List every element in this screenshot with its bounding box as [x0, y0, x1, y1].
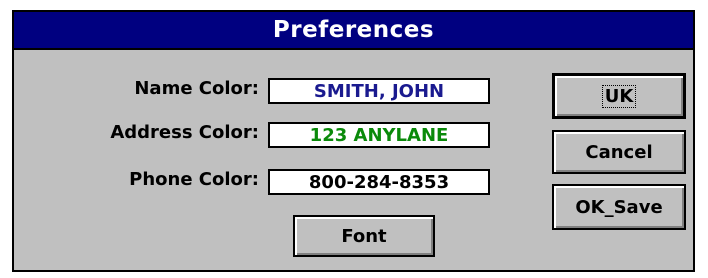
name-color-label-wrap: Name Color: [54, 78, 259, 104]
name-color-field[interactable]: SMITH, JOHN [268, 78, 490, 104]
font-button[interactable]: Font [293, 215, 435, 257]
title-bar[interactable]: Preferences [14, 12, 693, 50]
name-color-value: SMITH, JOHN [313, 80, 445, 102]
ok-button-label: UK [601, 84, 637, 108]
dialog-title: Preferences [272, 17, 435, 43]
cancel-button[interactable]: Cancel [552, 130, 686, 174]
phone-color-value: 800-284-8353 [308, 171, 450, 193]
ok-button[interactable]: UK [552, 73, 686, 119]
font-button-label: Font [341, 225, 387, 247]
ok-save-button[interactable]: OK_Save [552, 184, 686, 230]
address-color-label: Address Color: [110, 122, 259, 143]
address-color-label-wrap: Address Color: [54, 122, 259, 148]
ok-save-button-label: OK_Save [575, 196, 663, 218]
phone-color-field[interactable]: 800-284-8353 [268, 169, 490, 195]
address-color-field[interactable]: 123 ANYLANE [268, 122, 490, 148]
phone-color-label: Phone Color: [129, 169, 259, 190]
name-color-label: Name Color: [134, 78, 259, 99]
phone-color-label-wrap: Phone Color: [54, 169, 259, 195]
preferences-dialog: Preferences Name Color: SMITH, JOHN Addr… [12, 10, 695, 272]
cancel-button-label: Cancel [585, 141, 653, 163]
address-color-value: 123 ANYLANE [309, 124, 449, 146]
